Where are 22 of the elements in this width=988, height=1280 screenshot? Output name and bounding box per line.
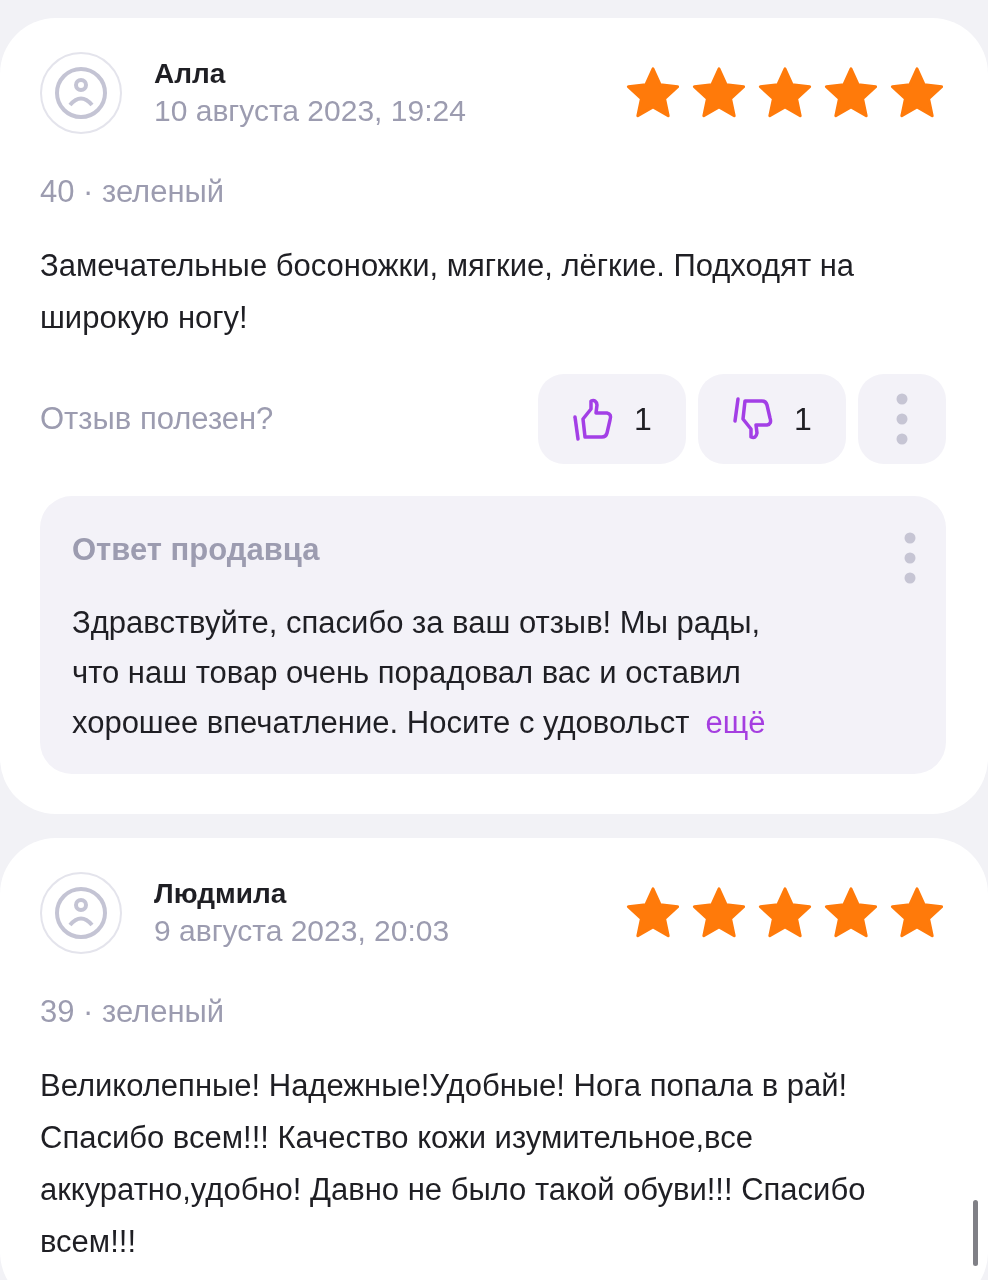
author-name: Алла (154, 58, 227, 90)
more-icon (896, 393, 908, 445)
review-text: Великолепные! Надежные!Удобные! Нога попала в рай! Спасибо всем!!! Качество кожи изумительное,все аккуратно,удобно! Давно не было такой обуви!!! Спасибо всем!!! (40, 1067, 867, 1261)
seller-reply-title: Ответ продавца (72, 532, 320, 568)
scrollbar (973, 1200, 978, 1266)
dislike-button[interactable]: 1 (698, 374, 846, 464)
product-variant: 40 · зеленый (40, 174, 226, 210)
author-name: Людмила (154, 878, 288, 910)
thumbs-up-icon (572, 397, 615, 441)
avatar-icon (40, 872, 122, 954)
review-date: 10 августа 2023, 19:24 (154, 94, 467, 128)
like-button[interactable]: 1 (538, 374, 686, 464)
review-date: 9 августа 2023, 20:03 (154, 914, 451, 948)
more-button[interactable] (858, 374, 946, 464)
more-icon (904, 532, 916, 584)
review-text: Замечательные босоножки, мягкие, лёгкие. Подходят на широкую ногу! (40, 247, 856, 337)
helpful-question: Отзыв полезен? (40, 401, 275, 437)
avatar-icon (40, 52, 122, 134)
thumbs-down-icon (732, 397, 775, 441)
seller-reply-text: Здравствуйте, спасибо за ваш отзыв! Мы рады, что наш товар очень порадовал вас и оставил хорошее впечатление. Носите с удовольст ещё (72, 604, 767, 742)
product-variant: 39 · зеленый (40, 994, 226, 1030)
more-link[interactable]: ещё (705, 705, 766, 740)
